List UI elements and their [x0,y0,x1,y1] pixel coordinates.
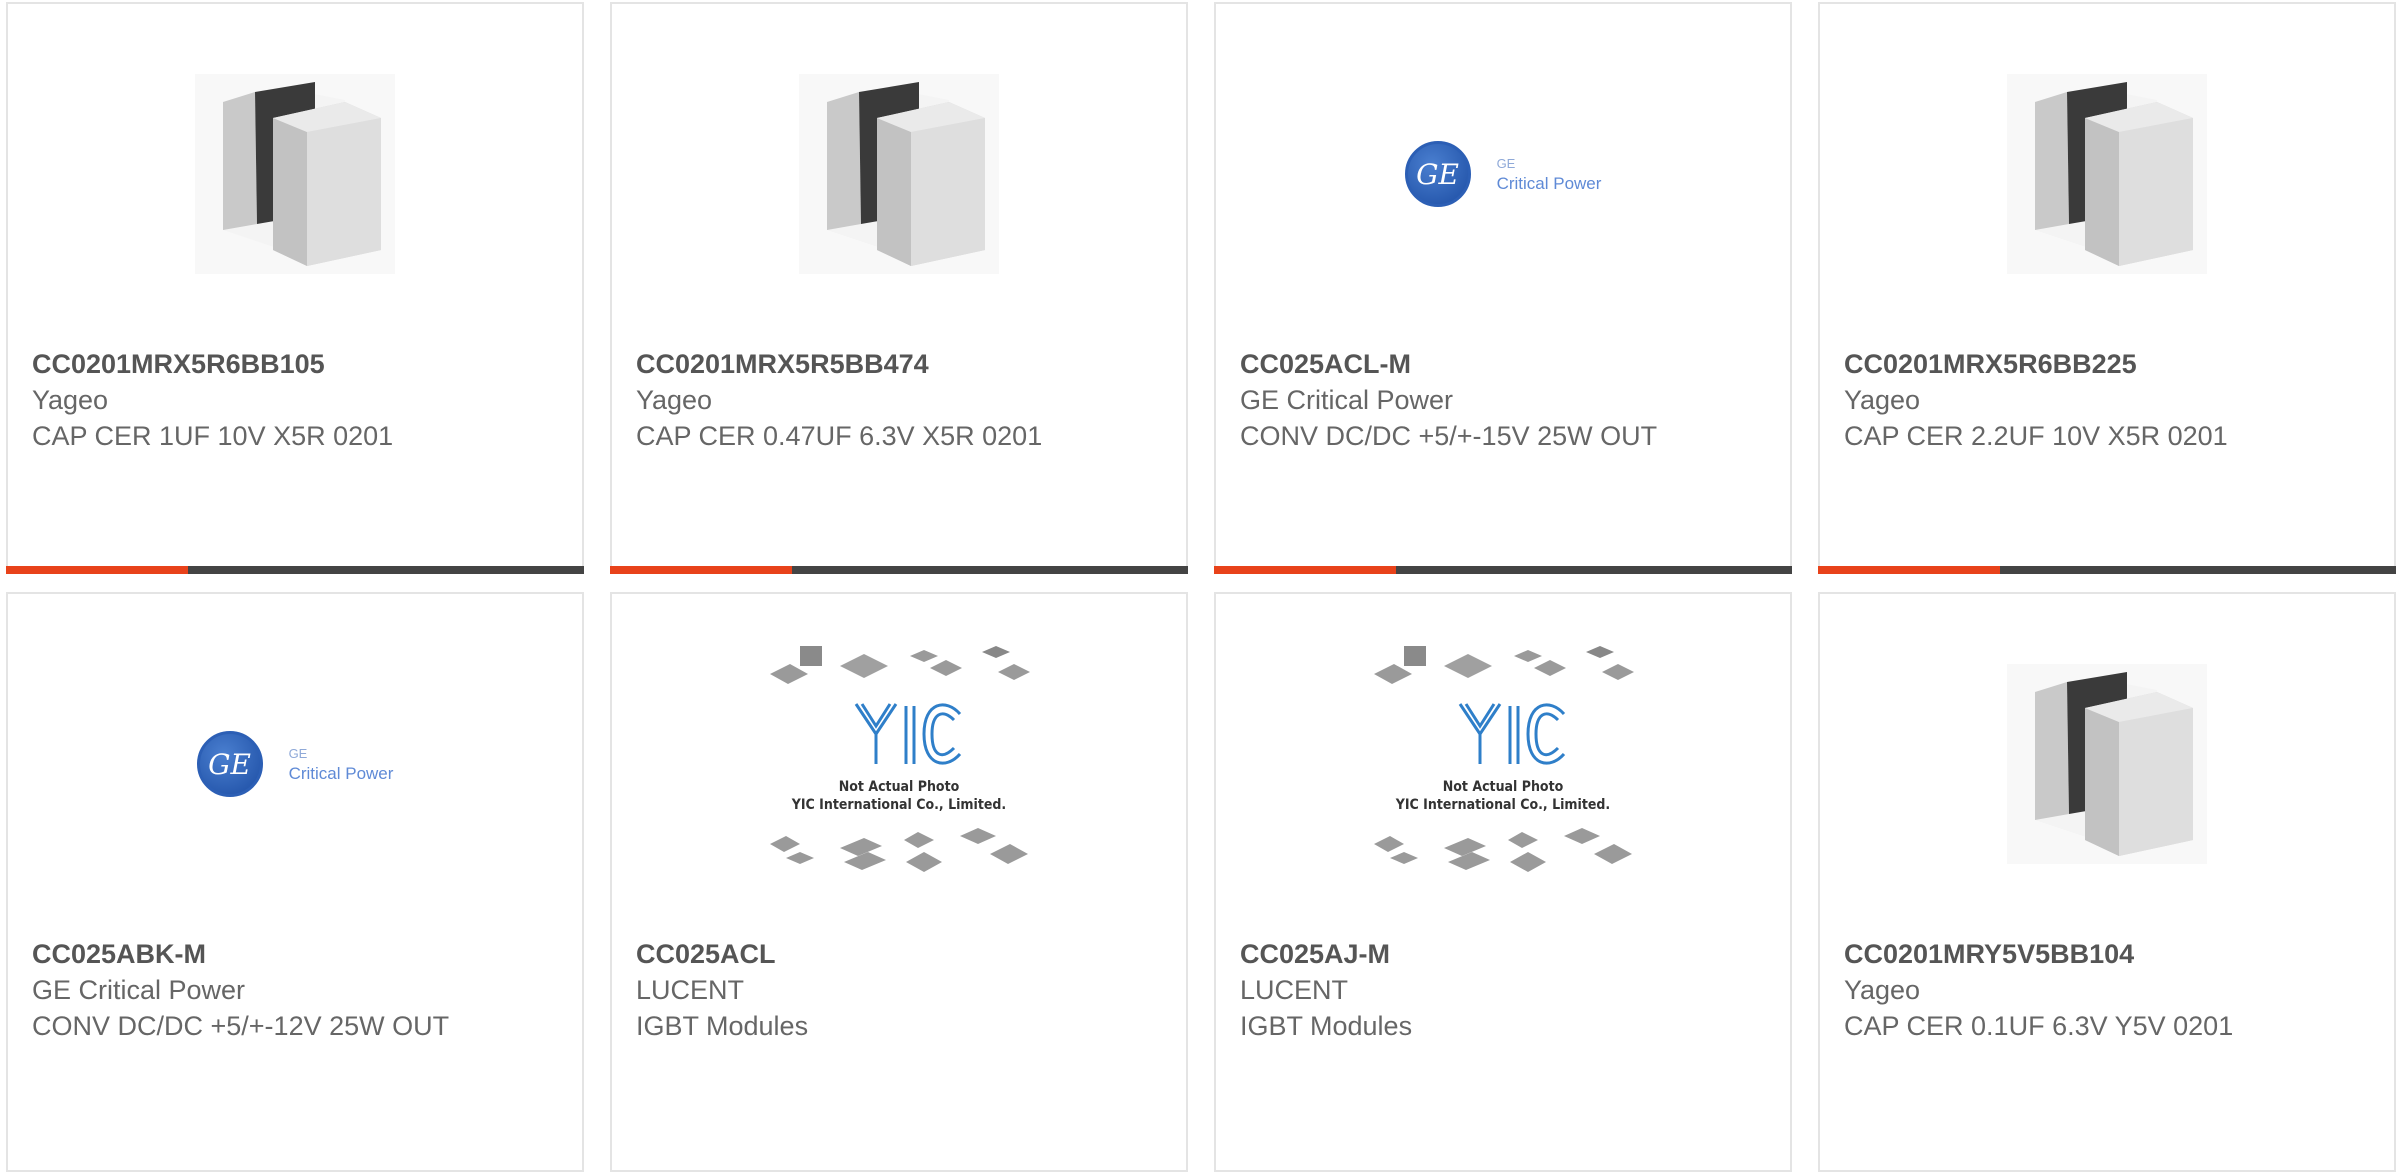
yic-line1: Not Actual Photo [1442,779,1564,795]
yic-line2: YIC International Co., Limited. [1395,797,1611,813]
product-card[interactable]: GE GE Critical Power CC025ABK-M GE Criti… [6,592,584,1172]
part-number-link[interactable]: CC0201MRX5R6BB105 [32,346,452,382]
yic-placeholder-icon: Not Actual Photo YIC International Co., … [764,644,1034,884]
product-info: CC025AJ-M LUCENT IGBT Modules [1240,936,1660,1044]
product-info: CC0201MRX5R6BB105 Yageo CAP CER 1UF 10V … [32,346,452,454]
product-image[interactable]: Not Actual Photo YIC International Co., … [1216,646,1790,874]
card-bottom-bar [1214,566,1792,574]
capacitor-chip-icon [2007,74,2207,274]
manufacturer: Yageo [1844,385,1921,415]
manufacturer: GE Critical Power [32,975,246,1005]
product-card[interactable]: CC0201MRY5V5BB104 Yageo CAP CER 0.1UF 6.… [1818,592,2396,1172]
manufacturer: GE Critical Power [1240,385,1454,415]
product-image[interactable]: GE GE Critical Power [8,654,582,874]
yic-line1: Not Actual Photo [838,779,960,795]
ge-logo-line1: GE [288,746,308,761]
product-info: CC025ACL-M GE Critical Power CONV DC/DC … [1240,346,1660,454]
ge-logo-line2: Critical Power [1496,174,1602,193]
card-bottom-bar [610,566,1188,574]
product-info: CC0201MRX5R6BB225 Yageo CAP CER 2.2UF 10… [1844,346,2264,454]
yic-line2: YIC International Co., Limited. [791,797,1007,813]
ge-monogram-icon: GE [1404,141,1471,207]
card-bottom-bar [1818,566,2396,574]
ge-monogram-icon: GE [196,731,263,797]
card-bottom-bar [6,566,584,574]
manufacturer: Yageo [636,385,713,415]
product-card[interactable]: CC0201MRX5R6BB105 Yageo CAP CER 1UF 10V … [6,2,584,574]
description: IGBT Modules [1240,1011,1413,1041]
product-card[interactable]: GE GE Critical Power CC025ACL-M GE Criti… [1214,2,1792,574]
product-image[interactable] [1820,64,2394,284]
description: CONV DC/DC +5/+-12V 25W OUT [32,1011,450,1041]
description: CAP CER 0.1UF 6.3V Y5V 0201 [1844,1011,2234,1041]
ge-logo: GE GE Critical Power [1404,141,1602,207]
product-info: CC0201MRX5R5BB474 Yageo CAP CER 0.47UF 6… [636,346,1056,454]
card-accent [6,566,188,574]
description: CONV DC/DC +5/+-15V 25W OUT [1240,421,1658,451]
product-card[interactable]: CC0201MRX5R5BB474 Yageo CAP CER 0.47UF 6… [610,2,1188,574]
card-accent [1818,566,2000,574]
description: CAP CER 0.47UF 6.3V X5R 0201 [636,421,1043,451]
yic-placeholder-icon: Not Actual Photo YIC International Co., … [1368,644,1638,884]
part-number-link[interactable]: CC025AJ-M [1240,936,1660,972]
manufacturer: Yageo [32,385,109,415]
description: CAP CER 2.2UF 10V X5R 0201 [1844,421,2228,451]
card-accent [610,566,792,574]
manufacturer: LUCENT [636,975,745,1005]
product-info: CC025ABK-M GE Critical Power CONV DC/DC … [32,936,452,1044]
part-number-link[interactable]: CC0201MRX5R5BB474 [636,346,1056,382]
ge-logo-line2: Critical Power [288,764,394,783]
manufacturer: LUCENT [1240,975,1349,1005]
part-number-link[interactable]: CC0201MRY5V5BB104 [1844,936,2264,972]
ge-logo: GE GE Critical Power [196,731,394,797]
part-number-link[interactable]: CC0201MRX5R6BB225 [1844,346,2264,382]
product-image[interactable]: GE GE Critical Power [1216,64,1790,284]
part-number-link[interactable]: CC025ABK-M [32,936,452,972]
ge-logo-line1: GE [1496,156,1516,171]
product-card[interactable]: CC0201MRX5R6BB225 Yageo CAP CER 2.2UF 10… [1818,2,2396,574]
card-accent [1214,566,1396,574]
product-card[interactable]: Not Actual Photo YIC International Co., … [610,592,1188,1172]
product-card[interactable]: Not Actual Photo YIC International Co., … [1214,592,1792,1172]
manufacturer: Yageo [1844,975,1921,1005]
product-image[interactable] [612,64,1186,284]
product-image[interactable] [8,64,582,284]
product-image[interactable]: Not Actual Photo YIC International Co., … [612,646,1186,874]
description: CAP CER 1UF 10V X5R 0201 [32,421,394,451]
capacitor-chip-icon [799,74,999,274]
capacitor-chip-icon [2007,664,2207,864]
part-number-link[interactable]: CC025ACL [636,936,1056,972]
product-info: CC0201MRY5V5BB104 Yageo CAP CER 0.1UF 6.… [1844,936,2264,1044]
product-image[interactable] [1820,654,2394,874]
part-number-link[interactable]: CC025ACL-M [1240,346,1660,382]
capacitor-chip-icon [195,74,395,274]
product-info: CC025ACL LUCENT IGBT Modules [636,936,1056,1044]
description: IGBT Modules [636,1011,809,1041]
